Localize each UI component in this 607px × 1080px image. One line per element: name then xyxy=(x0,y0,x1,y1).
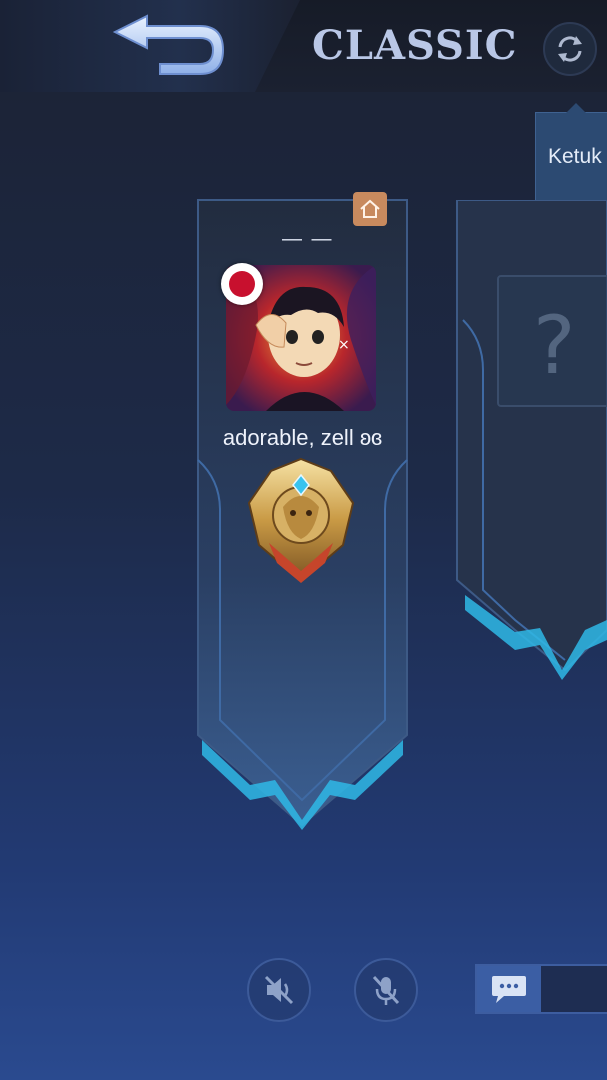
svg-text:×: × xyxy=(338,337,350,353)
refresh-icon xyxy=(558,36,582,62)
home-badge xyxy=(353,192,387,226)
tooltip-text: Ketuk xyxy=(548,145,602,168)
mic-muted-icon xyxy=(372,975,400,1005)
mythic-lion-rank-icon xyxy=(247,457,355,583)
refresh-button[interactable] xyxy=(543,22,597,76)
empty-slot-placeholder: ? xyxy=(533,299,576,392)
chat-button[interactable] xyxy=(477,966,541,1012)
chat-bubble-icon xyxy=(492,976,526,1003)
teammate-banner xyxy=(456,200,607,680)
mode-title: CLASSIC xyxy=(312,22,518,69)
japan-flag-icon xyxy=(221,263,263,305)
speaker-toggle-button[interactable] xyxy=(247,958,311,1022)
player-title-placeholder: — — xyxy=(282,228,334,250)
back-button[interactable] xyxy=(105,10,235,80)
player-name: adorable, zell ʚɞ xyxy=(222,425,383,450)
back-arrow-icon xyxy=(112,14,225,75)
home-icon xyxy=(360,199,380,218)
speaker-muted-icon xyxy=(264,975,294,1005)
mic-toggle-button[interactable] xyxy=(354,958,418,1022)
empty-hero-slot: ? xyxy=(497,275,607,407)
